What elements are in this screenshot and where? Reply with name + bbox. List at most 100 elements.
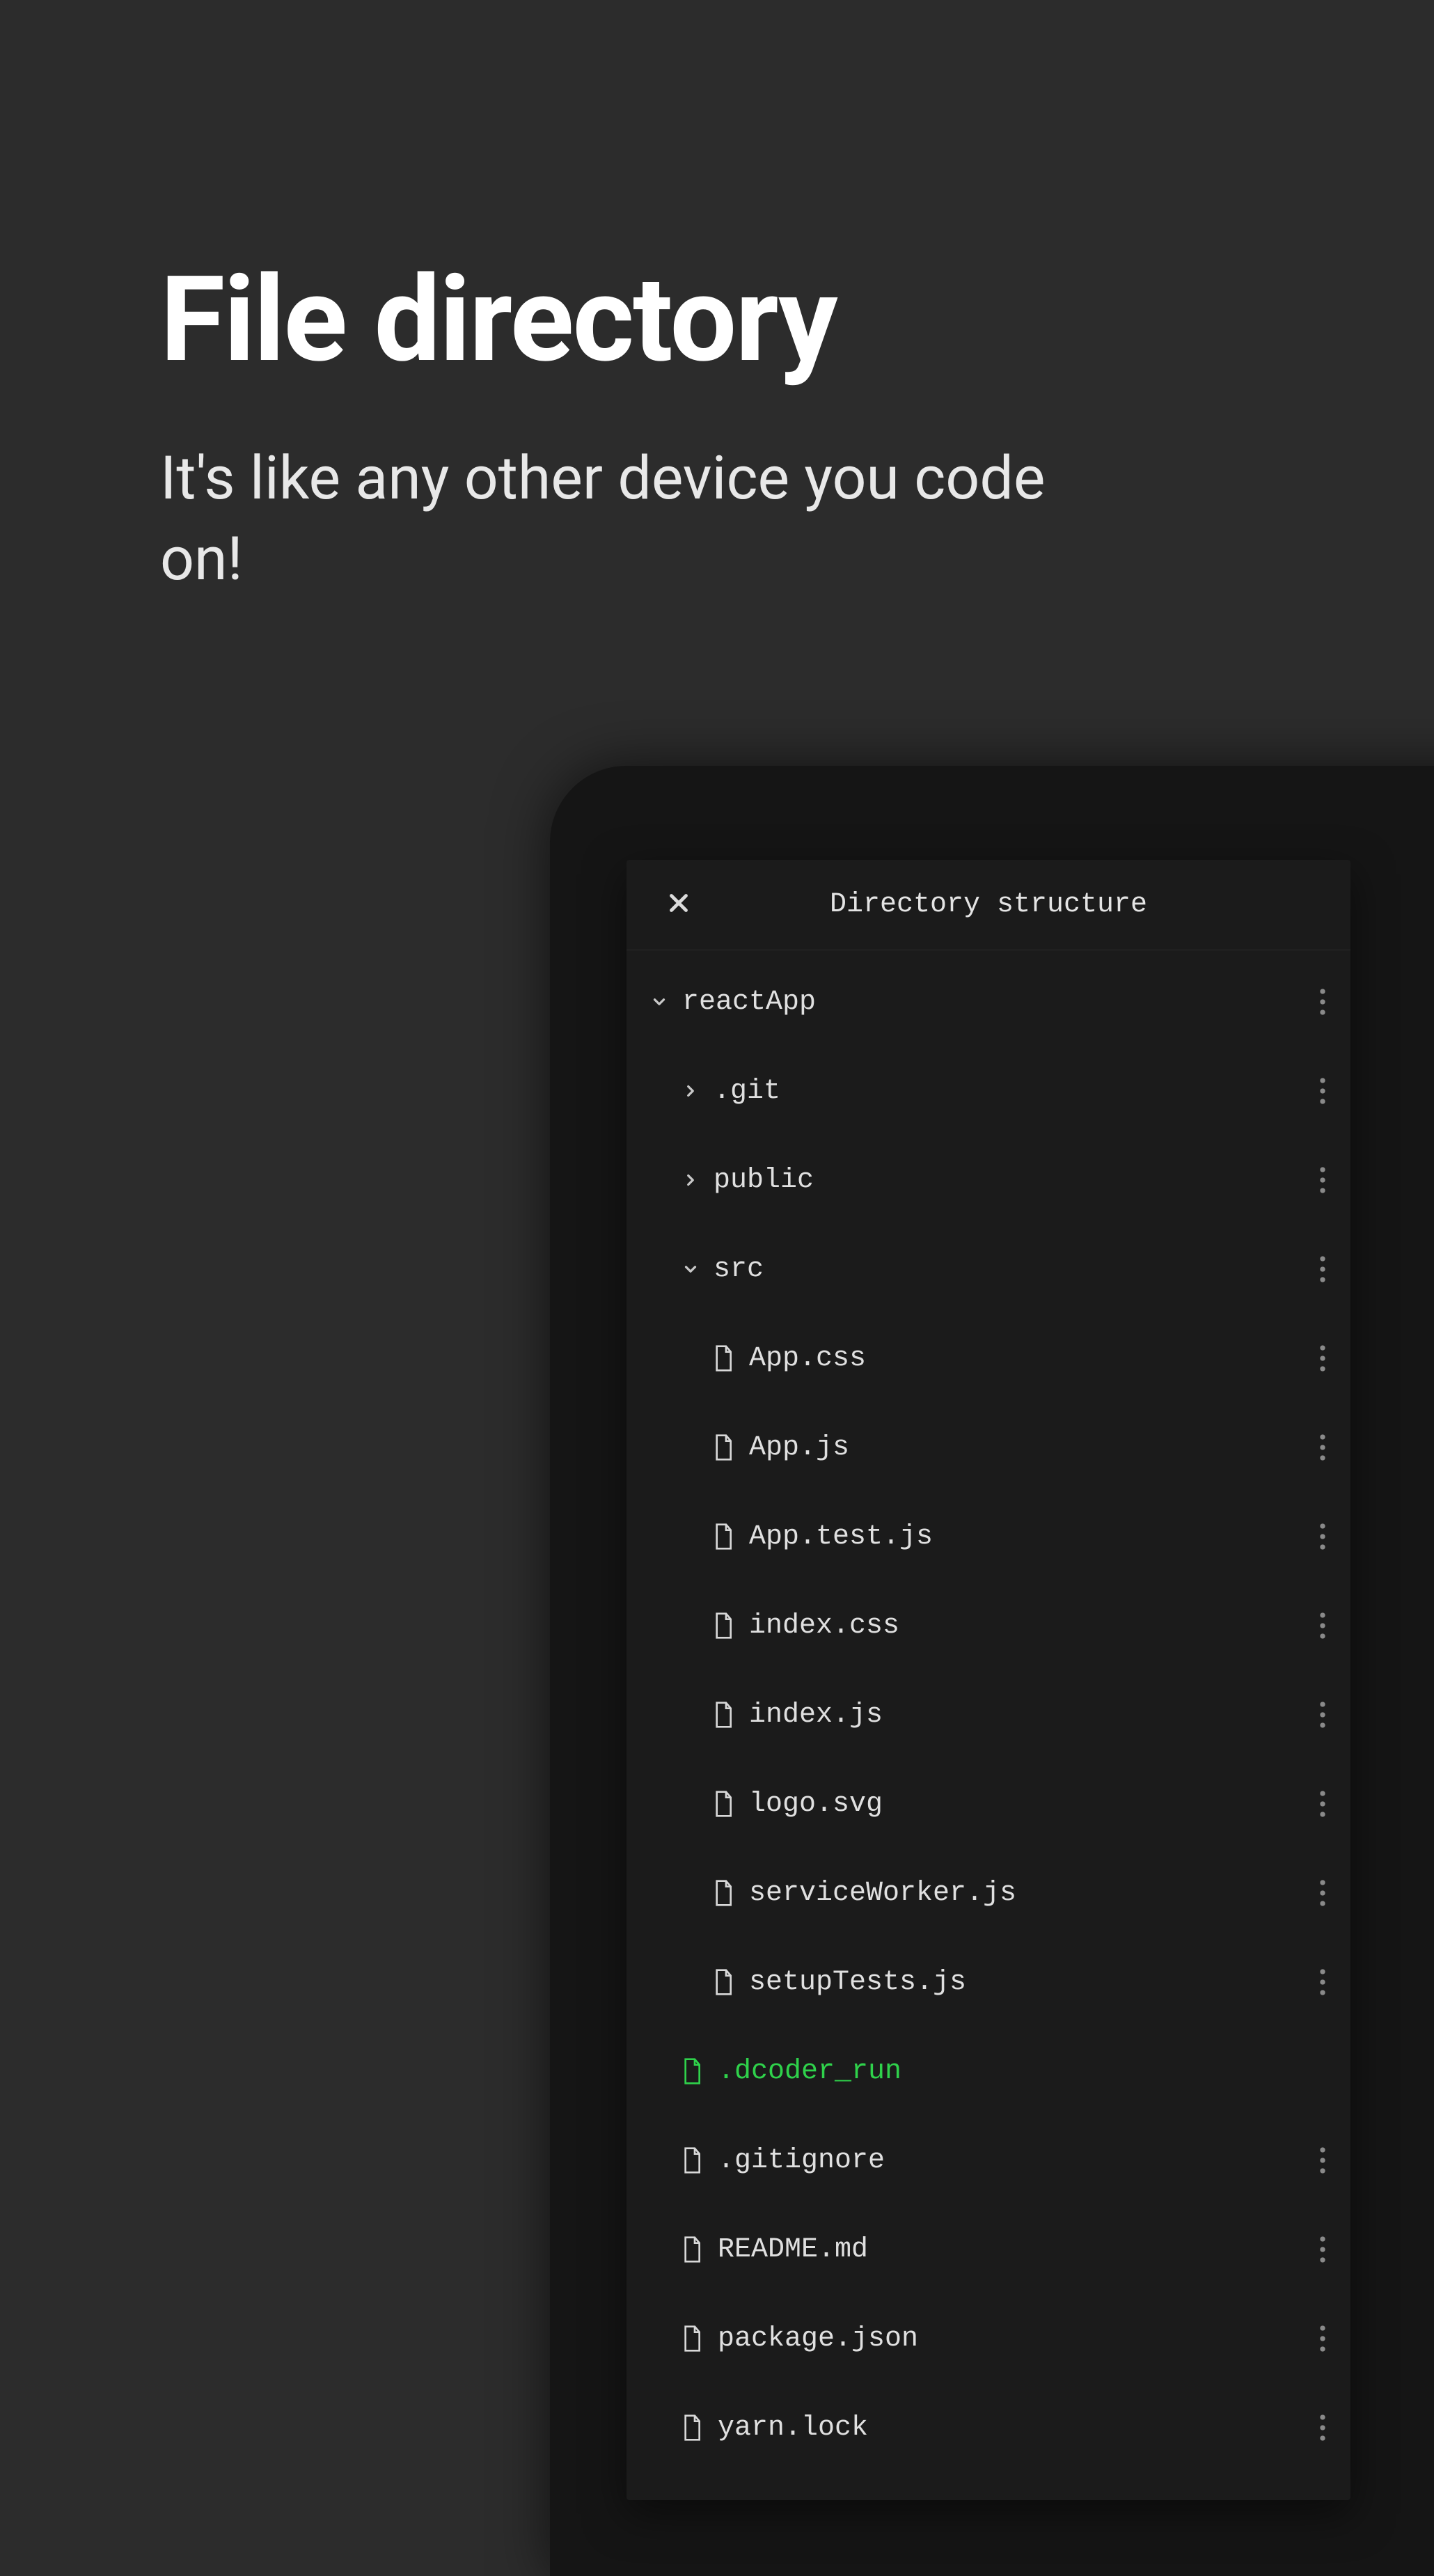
file-icon <box>679 2057 705 2085</box>
file-icon <box>710 1523 736 1550</box>
close-button[interactable] <box>658 884 700 926</box>
file-row[interactable]: App.js <box>627 1403 1350 1492</box>
more-options-button[interactable] <box>1295 1701 1350 1729</box>
item-name: setupTests.js <box>749 1967 966 1998</box>
row-label: App.css <box>710 1343 1295 1374</box>
row-label: public <box>679 1165 1295 1196</box>
more-options-button[interactable] <box>1295 1434 1350 1461</box>
row-label: src <box>679 1254 1295 1285</box>
item-name: README.md <box>718 2234 868 2265</box>
more-vertical-icon <box>1319 1612 1326 1640</box>
more-vertical-icon <box>1319 2325 1326 2353</box>
chevron-down-icon <box>679 1260 702 1278</box>
page-title: File directory <box>160 258 1274 382</box>
chevron-down-icon <box>647 993 671 1011</box>
row-label: serviceWorker.js <box>710 1878 1295 1909</box>
item-name: package.json <box>718 2323 918 2355</box>
row-label: setupTests.js <box>710 1967 1295 1998</box>
file-icon <box>710 1879 736 1907</box>
panel-header: Directory structure <box>627 860 1350 950</box>
more-options-button[interactable] <box>1295 1879 1350 1907</box>
page-subtitle: It's like any other device you code on! <box>160 438 1135 599</box>
item-name: .dcoder_run <box>718 2056 901 2087</box>
more-options-button[interactable] <box>1295 1968 1350 1996</box>
more-vertical-icon <box>1319 2414 1326 2442</box>
file-row[interactable]: index.css <box>627 1581 1350 1670</box>
chevron-right-icon <box>679 1171 702 1189</box>
file-row[interactable]: .gitignore <box>627 2116 1350 2205</box>
more-options-button[interactable] <box>1295 2414 1350 2442</box>
more-vertical-icon <box>1319 1701 1326 1729</box>
more-vertical-icon <box>1319 1434 1326 1461</box>
folder-row[interactable]: public <box>627 1136 1350 1225</box>
row-label: .git <box>679 1076 1295 1107</box>
row-label: logo.svg <box>710 1789 1295 1820</box>
more-options-button[interactable] <box>1295 1255 1350 1283</box>
file-row[interactable]: setupTests.js <box>627 1938 1350 2027</box>
more-options-button[interactable] <box>1295 1523 1350 1550</box>
row-label: package.json <box>679 2323 1295 2355</box>
more-options-button[interactable] <box>1295 988 1350 1016</box>
item-name: .git <box>714 1076 780 1107</box>
row-label: reactApp <box>647 987 1295 1018</box>
file-icon <box>710 1790 736 1818</box>
row-label: App.test.js <box>710 1521 1295 1553</box>
item-name: public <box>714 1165 814 1196</box>
item-name: logo.svg <box>749 1789 883 1820</box>
device-frame: 0 used ry oject t it ny Directory struct… <box>550 766 1434 2576</box>
file-icon <box>679 2146 705 2174</box>
row-label: .dcoder_run <box>679 2056 1295 2087</box>
panel-title: Directory structure <box>627 889 1350 920</box>
more-options-button[interactable] <box>1295 2236 1350 2263</box>
file-icon <box>710 1968 736 1996</box>
row-label: index.css <box>710 1610 1295 1642</box>
row-label: yarn.lock <box>679 2412 1295 2444</box>
file-icon <box>710 1434 736 1461</box>
file-row[interactable]: App.css <box>627 1314 1350 1403</box>
file-row[interactable]: .dcoder_run <box>627 2027 1350 2116</box>
close-icon <box>666 887 691 923</box>
item-name: App.test.js <box>749 1521 933 1553</box>
file-row[interactable]: logo.svg <box>627 1759 1350 1848</box>
more-vertical-icon <box>1319 2146 1326 2174</box>
file-row[interactable]: serviceWorker.js <box>627 1848 1350 1938</box>
folder-row[interactable]: reactApp <box>627 957 1350 1046</box>
folder-row[interactable]: .git <box>627 1046 1350 1136</box>
file-icon <box>710 1344 736 1372</box>
item-name: App.css <box>749 1343 866 1374</box>
row-label: .gitignore <box>679 2145 1295 2176</box>
file-row[interactable]: index.js <box>627 1670 1350 1759</box>
more-options-button[interactable] <box>1295 1612 1350 1640</box>
item-name: reactApp <box>682 987 816 1018</box>
file-row[interactable]: yarn.lock <box>627 2383 1350 2472</box>
more-options-button[interactable] <box>1295 1166 1350 1194</box>
file-icon <box>710 1612 736 1640</box>
more-options-button[interactable] <box>1295 2325 1350 2353</box>
file-row[interactable]: package.json <box>627 2294 1350 2383</box>
more-vertical-icon <box>1319 1968 1326 1996</box>
file-icon <box>710 1701 736 1729</box>
file-row[interactable]: App.test.js <box>627 1492 1350 1581</box>
file-icon <box>679 2236 705 2263</box>
folder-row[interactable]: src <box>627 1225 1350 1314</box>
more-vertical-icon <box>1319 1344 1326 1372</box>
hero-section: File directory It's like any other devic… <box>0 0 1434 599</box>
more-options-button[interactable] <box>1295 1077 1350 1105</box>
item-name: src <box>714 1254 764 1285</box>
directory-panel: Directory structure reactApp .git public sr… <box>627 860 1350 2500</box>
more-vertical-icon <box>1319 1255 1326 1283</box>
item-name: index.css <box>749 1610 899 1642</box>
more-options-button[interactable] <box>1295 1790 1350 1818</box>
item-name: index.js <box>749 1699 883 1731</box>
row-label: index.js <box>710 1699 1295 1731</box>
more-vertical-icon <box>1319 1166 1326 1194</box>
item-name: App.js <box>749 1432 849 1463</box>
more-options-button[interactable] <box>1295 1344 1350 1372</box>
file-tree: reactApp .git public src App.css App.js App.te… <box>627 950 1350 2500</box>
file-icon <box>679 2414 705 2442</box>
row-label: README.md <box>679 2234 1295 2265</box>
more-vertical-icon <box>1319 1790 1326 1818</box>
file-row[interactable]: README.md <box>627 2205 1350 2294</box>
file-icon <box>679 2325 705 2353</box>
more-options-button[interactable] <box>1295 2146 1350 2174</box>
